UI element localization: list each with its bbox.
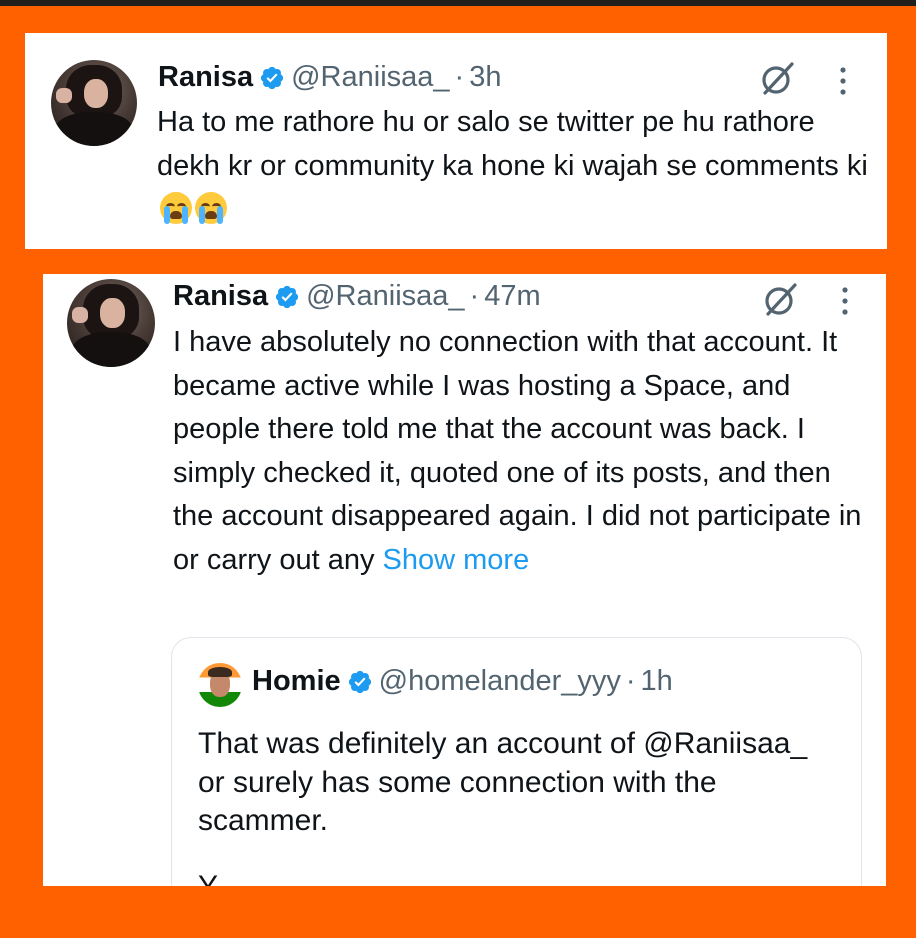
separator-dot: · <box>469 280 480 312</box>
quoted-post-time: 1h <box>640 665 673 697</box>
author-name[interactable]: Ranisa <box>173 280 268 313</box>
post-time[interactable]: 3h <box>469 61 501 94</box>
post-card-1[interactable]: Ranisa @Raniisaa_ · 3h Ha to me rathore … <box>25 33 887 249</box>
grok-icon[interactable] <box>761 280 801 320</box>
grok-icon[interactable] <box>758 59 798 99</box>
avatar[interactable] <box>67 279 155 367</box>
quoted-avatar[interactable] <box>198 663 242 707</box>
quoted-post-text: That was definitely an account of @Ranii… <box>198 727 808 837</box>
verified-badge-icon <box>261 66 284 89</box>
avatar[interactable] <box>51 60 137 146</box>
quoted-post-header: Homie @homelander_yyy · 1h <box>252 665 673 698</box>
author-handle[interactable]: @Raniisaa_ <box>291 61 449 94</box>
separator-dot: · <box>625 665 636 697</box>
loudly-crying-face-icon <box>160 192 192 224</box>
quoted-post-text-cut: Y <box>198 868 838 886</box>
post-header: Ranisa @Raniisaa_ · 47m <box>173 280 541 313</box>
quoted-author-handle: @homelander_yyy <box>378 665 621 697</box>
verified-badge-icon <box>276 285 299 308</box>
author-name[interactable]: Ranisa <box>158 61 253 94</box>
post-time[interactable]: 47m <box>484 280 540 313</box>
loudly-crying-face-icon <box>195 192 227 224</box>
author-handle[interactable]: @Raniisaa_ <box>306 280 464 313</box>
post-header: Ranisa @Raniisaa_ · 3h <box>158 61 501 94</box>
top-bar <box>0 0 916 6</box>
verified-badge-icon <box>348 670 371 693</box>
post-text-body: Ha to me rathore hu or salo se twitter p… <box>157 106 868 182</box>
post-card-2[interactable]: Ranisa @Raniisaa_ · 47m I have absolutel… <box>43 274 886 886</box>
quoted-author-name: Homie <box>252 665 341 697</box>
post-text-body: I have absolutely no connection with tha… <box>173 326 862 576</box>
post-text: I have absolutely no connection with tha… <box>173 321 873 582</box>
more-options-icon[interactable] <box>839 286 851 316</box>
show-more-link[interactable]: Show more <box>383 544 530 576</box>
post-text: Ha to me rathore hu or salo se twitter p… <box>157 101 877 232</box>
separator-dot: · <box>454 61 465 93</box>
quoted-post[interactable]: Homie @homelander_yyy · 1h That was defi… <box>171 637 862 886</box>
more-options-icon[interactable] <box>837 66 849 96</box>
